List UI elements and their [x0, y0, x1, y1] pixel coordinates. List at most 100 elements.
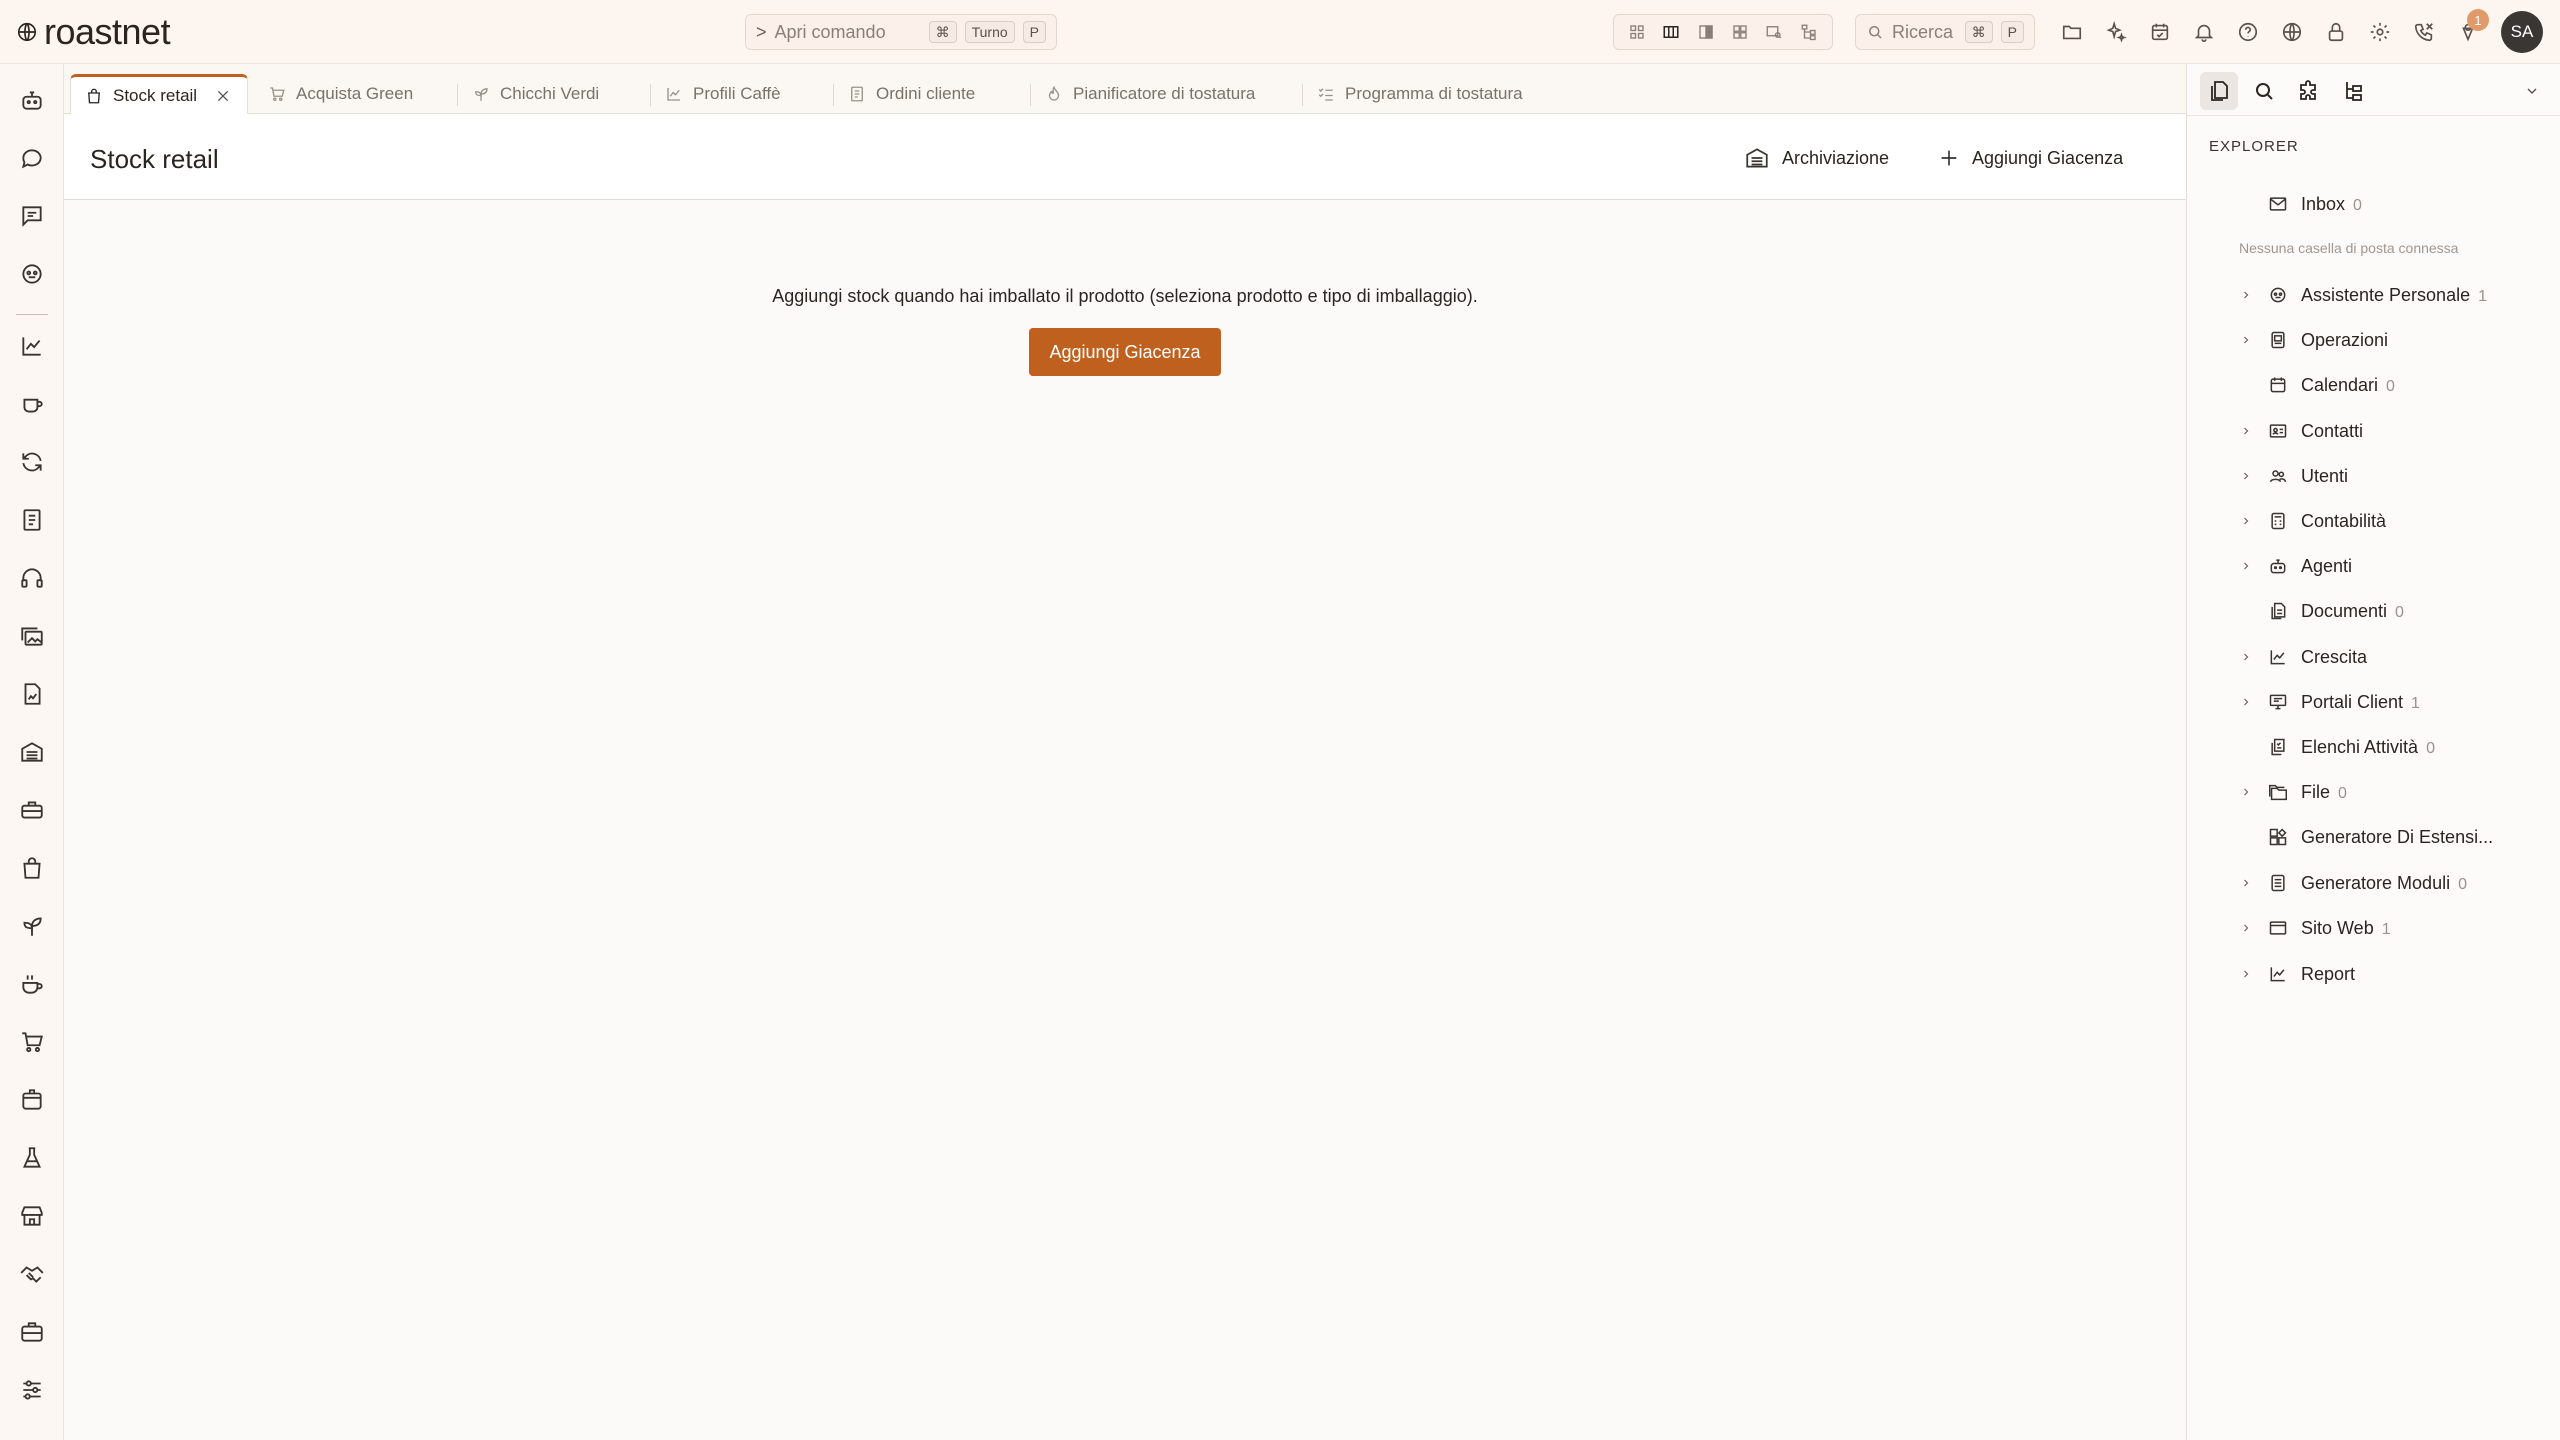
tab-ordini-cliente[interactable]: Ordini cliente: [834, 74, 989, 114]
explorer-item-contabilita[interactable]: Contabilità: [2187, 501, 2560, 541]
chevron-right-icon[interactable]: [2239, 424, 2253, 438]
add-stock-header-button[interactable]: Aggiungi Giacenza: [1938, 142, 2123, 174]
briefcase-icon[interactable]: [16, 1316, 48, 1348]
explorer-item-label: Utenti: [2301, 465, 2349, 486]
message-square-icon[interactable]: [16, 200, 48, 232]
chevron-right-icon[interactable]: [2239, 695, 2253, 709]
toolbox-icon[interactable]: [16, 794, 48, 826]
chevron-right-icon[interactable]: [2239, 650, 2253, 664]
tab-acquista-green[interactable]: Acquista Green: [254, 74, 427, 114]
search-icon[interactable]: [2245, 72, 2283, 110]
explorer-item-inbox[interactable]: Inbox 0: [2187, 184, 2560, 224]
chevron-down-icon[interactable]: [2513, 72, 2551, 110]
flask-icon[interactable]: [16, 1142, 48, 1174]
calendar-check-icon[interactable]: [2143, 15, 2177, 49]
close-icon[interactable]: [215, 88, 231, 104]
layout-grid-icon[interactable]: [1628, 23, 1646, 41]
tab-programma-tostatura[interactable]: Programma di tostatura: [1303, 74, 1537, 114]
layout-columns-icon[interactable]: [1662, 23, 1680, 41]
layout-tiles-icon[interactable]: [1731, 23, 1749, 41]
add-stock-button[interactable]: Aggiungi Giacenza: [1029, 328, 1221, 376]
folder-icon[interactable]: [2055, 15, 2089, 49]
sprout-icon: [472, 85, 490, 103]
explorer-item-operazioni[interactable]: Operazioni: [2187, 320, 2560, 360]
explorer-item-count: 0: [2338, 784, 2347, 802]
chevron-right-icon[interactable]: [2239, 876, 2253, 890]
help-icon[interactable]: [2231, 15, 2265, 49]
kbd-p: P: [1022, 21, 1046, 43]
bag-icon: [85, 87, 103, 105]
headphones-icon[interactable]: [16, 562, 48, 594]
sliders-icon[interactable]: [16, 1374, 48, 1406]
robot-icon[interactable]: [16, 84, 48, 116]
tab-profili-caffe[interactable]: Profili Caffè: [651, 74, 795, 114]
archive-button[interactable]: Archiviazione: [1744, 142, 1889, 174]
sprout-icon[interactable]: [16, 910, 48, 942]
puzzle-icon[interactable]: [2290, 72, 2328, 110]
explorer-item-documenti[interactable]: Documenti 0: [2187, 591, 2560, 631]
warehouse-icon[interactable]: [16, 736, 48, 768]
gear-icon[interactable]: [2363, 15, 2397, 49]
files-icon[interactable]: [2200, 72, 2238, 110]
cart-icon[interactable]: [16, 1026, 48, 1058]
layout-sidebar-icon[interactable]: [1697, 23, 1715, 41]
handshake-icon[interactable]: [16, 1258, 48, 1290]
explorer-item-label: File: [2301, 781, 2331, 802]
coffee-cup-icon[interactable]: [16, 388, 48, 420]
globe-icon[interactable]: [2275, 15, 2309, 49]
search-button[interactable]: Ricerca ⌘ P: [1855, 14, 2035, 50]
explorer-item-crescita[interactable]: Crescita: [2187, 637, 2560, 677]
shopping-bag-icon[interactable]: [16, 852, 48, 884]
explorer-item-report[interactable]: Report: [2187, 954, 2560, 994]
avatar[interactable]: SA: [2501, 11, 2543, 53]
explorer-item-agenti[interactable]: Agenti: [2187, 546, 2560, 586]
search-label: Ricerca: [1892, 21, 1954, 42]
layout-tree-icon[interactable]: [1800, 23, 1818, 41]
tab-chicchi-verdi[interactable]: Chicchi Verdi: [458, 74, 613, 114]
explorer-item-generatore-estensioni[interactable]: Generatore Di Estensi...: [2187, 817, 2560, 857]
tab-stock-retail[interactable]: Stock retail: [70, 74, 248, 115]
chevron-right-icon[interactable]: [2239, 559, 2253, 573]
chevron-right-icon[interactable]: [2239, 469, 2253, 483]
refresh-icon[interactable]: [16, 446, 48, 478]
explorer-item-sito-web[interactable]: Sito Web 1: [2187, 908, 2560, 948]
layout-search-panel-icon[interactable]: [1765, 23, 1783, 41]
explorer-item-label: Contabilità: [2301, 510, 2387, 531]
explorer-item-elenchi-attivita[interactable]: Elenchi Attività 0: [2187, 727, 2560, 767]
tab-pianificatore-tostatura[interactable]: Pianificatore di tostatura: [1031, 74, 1269, 114]
explorer-item-generatore-moduli[interactable]: Generatore Moduli 0: [2187, 863, 2560, 903]
sparkles-icon[interactable]: [2099, 15, 2133, 49]
tab-label: Chicchi Verdi: [500, 84, 600, 103]
explorer-item-file[interactable]: File 0: [2187, 772, 2560, 812]
tree-icon[interactable]: [2335, 72, 2373, 110]
chevron-right-icon[interactable]: [2239, 967, 2253, 981]
chevron-right-icon[interactable]: [2239, 333, 2253, 347]
plus-icon: [1938, 147, 1960, 169]
app-logo[interactable]: roastnet: [16, 14, 171, 50]
notebook-icon[interactable]: [16, 504, 48, 536]
lock-icon[interactable]: [2319, 15, 2353, 49]
explorer-item-portali-client[interactable]: Portali Client 1: [2187, 682, 2560, 722]
explorer-item-calendari[interactable]: Calendari 0: [2187, 365, 2560, 405]
notifications-icon[interactable]: 1: [2451, 9, 2489, 49]
explorer-item-contatti[interactable]: Contatti: [2187, 411, 2560, 451]
chevron-right-icon[interactable]: [2239, 288, 2253, 302]
coffee-steam-icon[interactable]: [16, 968, 48, 1000]
chevron-right-icon[interactable]: [2239, 514, 2253, 528]
file-chart-icon[interactable]: [16, 678, 48, 710]
chart-line-icon[interactable]: [16, 330, 48, 362]
bell-icon[interactable]: [2187, 15, 2221, 49]
explorer-item-assistente-personale[interactable]: Assistente Personale 1: [2187, 275, 2560, 315]
explorer-item-utenti[interactable]: Utenti: [2187, 456, 2560, 496]
command-chevron: >: [756, 21, 767, 42]
images-icon[interactable]: [16, 620, 48, 652]
chevron-right-icon[interactable]: [2239, 785, 2253, 799]
store-icon[interactable]: [16, 1200, 48, 1232]
chevron-right-icon[interactable]: [2239, 921, 2253, 935]
package-icon[interactable]: [16, 1084, 48, 1116]
phone-icon[interactable]: [2407, 15, 2441, 49]
chat-bubble-icon[interactable]: [16, 142, 48, 174]
explorer-item-label: Crescita: [2301, 646, 2368, 667]
command-palette-button[interactable]: > Apri comando ⌘ Turno P: [745, 14, 1057, 50]
assistant-face-icon[interactable]: [16, 258, 48, 290]
